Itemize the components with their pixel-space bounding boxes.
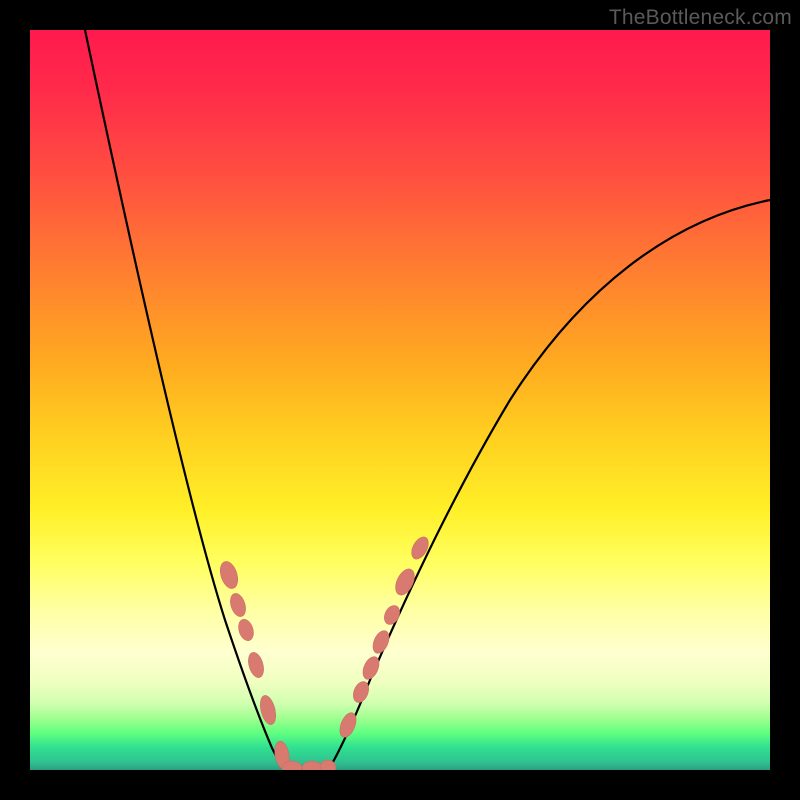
curve-svg [30, 30, 770, 770]
marker-right-4 [381, 603, 402, 627]
marker-left-1 [228, 591, 249, 618]
marker-left-3 [246, 651, 267, 680]
marker-right-6 [408, 534, 432, 562]
marker-left-0 [217, 559, 241, 591]
watermark-text: TheBottleneck.com [609, 6, 792, 30]
marker-left-2 [236, 617, 256, 642]
curve-right [328, 200, 770, 770]
marker-right-3 [370, 628, 393, 656]
plot-area [30, 30, 770, 770]
marker-bottom-1 [302, 761, 322, 770]
chart-frame: TheBottleneck.com [0, 0, 800, 800]
markers-group [217, 534, 432, 770]
